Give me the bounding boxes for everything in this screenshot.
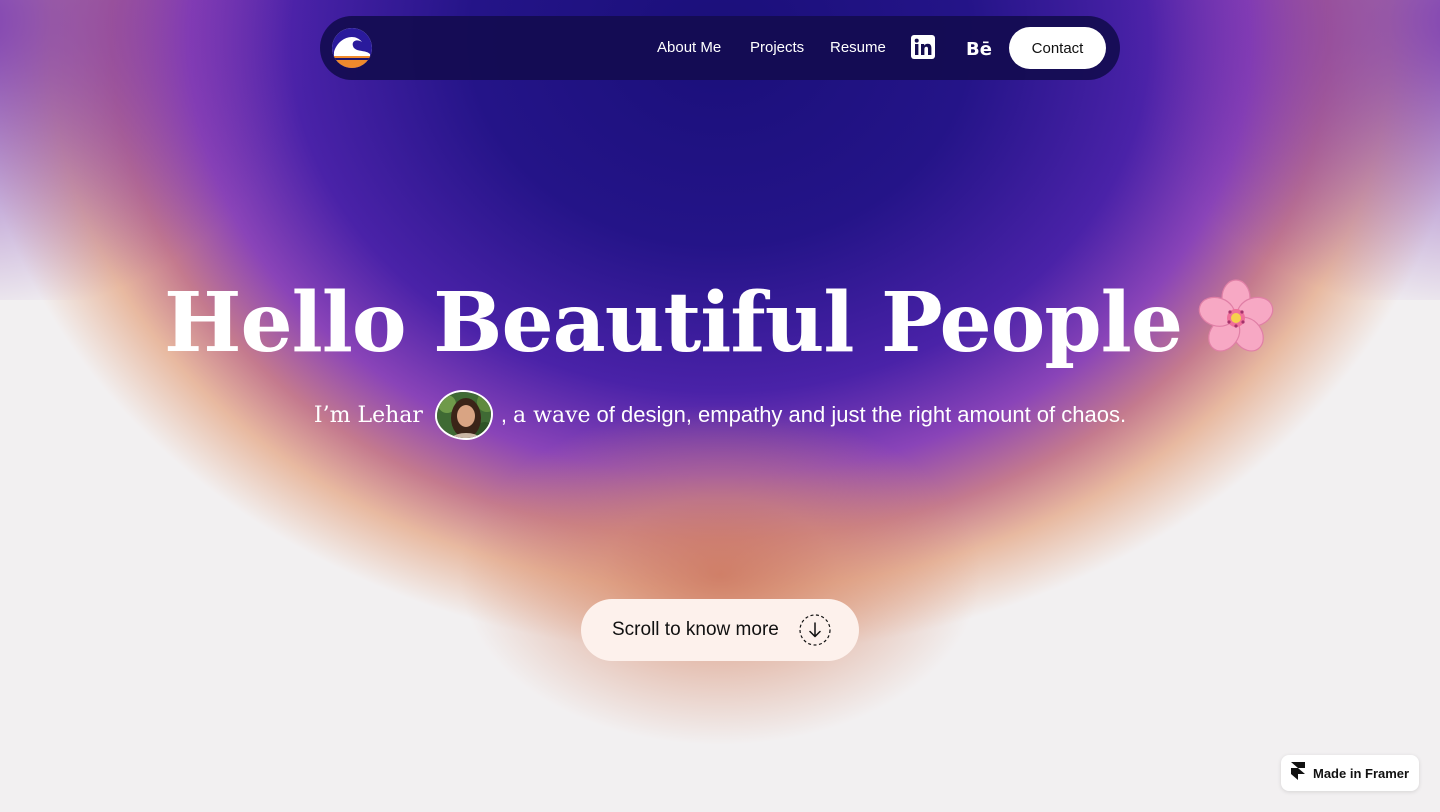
made-in-framer-badge[interactable]: Made in Framer	[1281, 755, 1419, 791]
avatar	[434, 390, 493, 440]
svg-text:Bē: Bē	[966, 39, 992, 59]
nav-link-projects[interactable]: Projects	[750, 38, 804, 58]
made-in-framer-label: Made in Framer	[1313, 765, 1410, 781]
intro-name: I’m Lehar	[313, 402, 423, 428]
hero-intro: I’m Lehar , a wave of design, empathy an…	[0, 388, 1440, 442]
wave-logo-icon[interactable]	[332, 28, 372, 68]
intro-rest: of design, empathy and just the right am…	[596, 402, 1127, 427]
scroll-to-know-more-button[interactable]: Scroll to know more	[581, 599, 859, 661]
nav-link-about-me[interactable]: About Me	[657, 38, 721, 58]
behance-icon[interactable]: Bē	[966, 37, 994, 64]
hero-title: Hello Beautiful People	[0, 268, 1440, 385]
scroll-button-label: Scroll to know more	[612, 619, 779, 640]
nav-link-resume[interactable]: Resume	[830, 38, 886, 58]
cherry-blossom-icon	[1196, 275, 1276, 385]
framer-icon	[1291, 761, 1305, 785]
hero-title-text: Hello Beautiful People	[163, 275, 1183, 371]
arrow-down-icon	[799, 614, 831, 651]
intro-wave-word: a wave	[513, 402, 591, 428]
linkedin-icon[interactable]	[911, 35, 935, 64]
contact-button[interactable]: Contact	[1009, 27, 1106, 69]
top-navbar: About Me Projects Resume Bē Contact	[320, 16, 1120, 80]
intro-comma: ,	[500, 402, 508, 427]
